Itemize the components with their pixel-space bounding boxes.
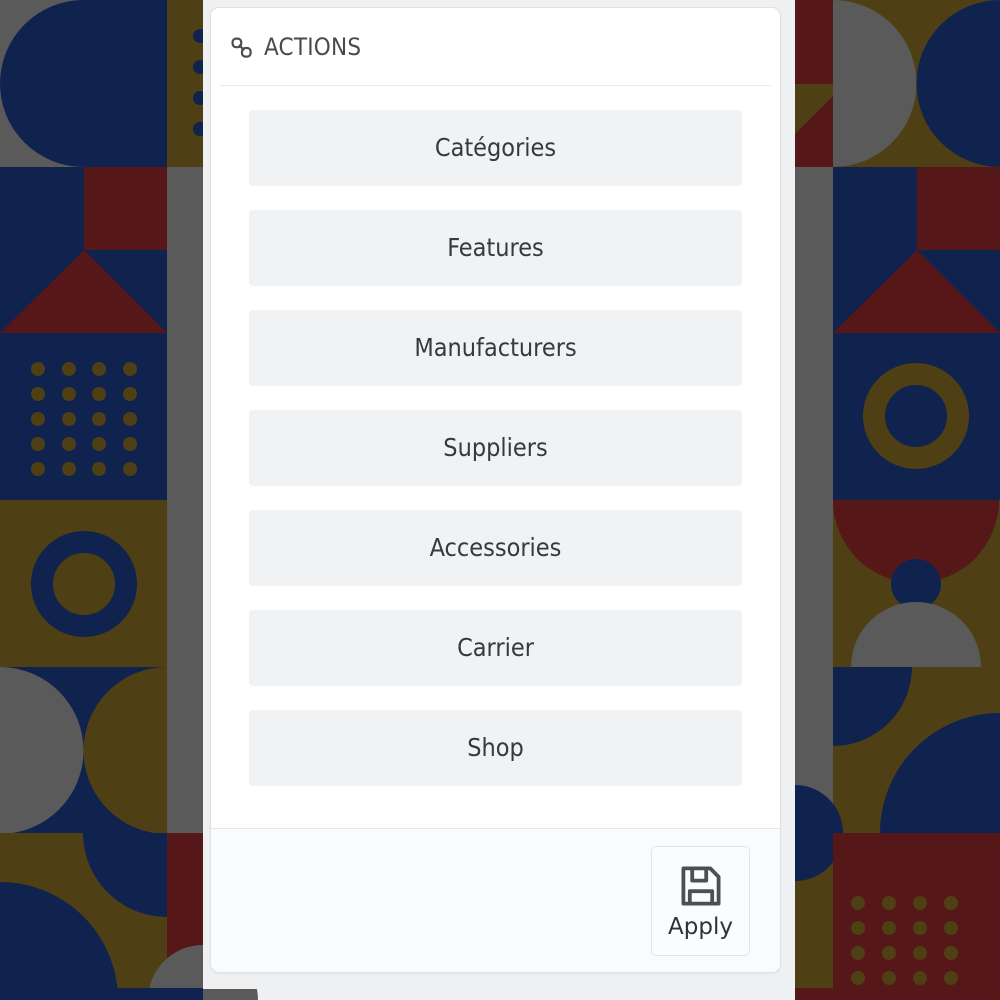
action-button-categories[interactable]: Catégories — [249, 110, 742, 186]
action-button-suppliers[interactable]: Suppliers — [249, 410, 742, 486]
action-button-accessories[interactable]: Accessories — [249, 510, 742, 586]
action-button-features[interactable]: Features — [249, 210, 742, 286]
panel-footer: Apply — [211, 828, 780, 972]
floppy-disk-save-icon — [677, 862, 725, 910]
apply-button[interactable]: Apply — [651, 845, 750, 956]
chain-link-icon — [229, 35, 255, 61]
action-button-carrier[interactable]: Carrier — [249, 610, 742, 686]
action-button-manufacturers[interactable]: Manufacturers — [249, 310, 742, 386]
actions-panel: ACTIONS Catégories Features Manufacturer… — [210, 7, 781, 973]
panel-title: ACTIONS — [264, 33, 362, 61]
action-button-shop[interactable]: Shop — [249, 710, 742, 786]
actions-list: Catégories Features Manufacturers Suppli… — [211, 86, 780, 828]
apply-button-label: Apply — [668, 914, 733, 940]
panel-header: ACTIONS — [211, 8, 780, 86]
